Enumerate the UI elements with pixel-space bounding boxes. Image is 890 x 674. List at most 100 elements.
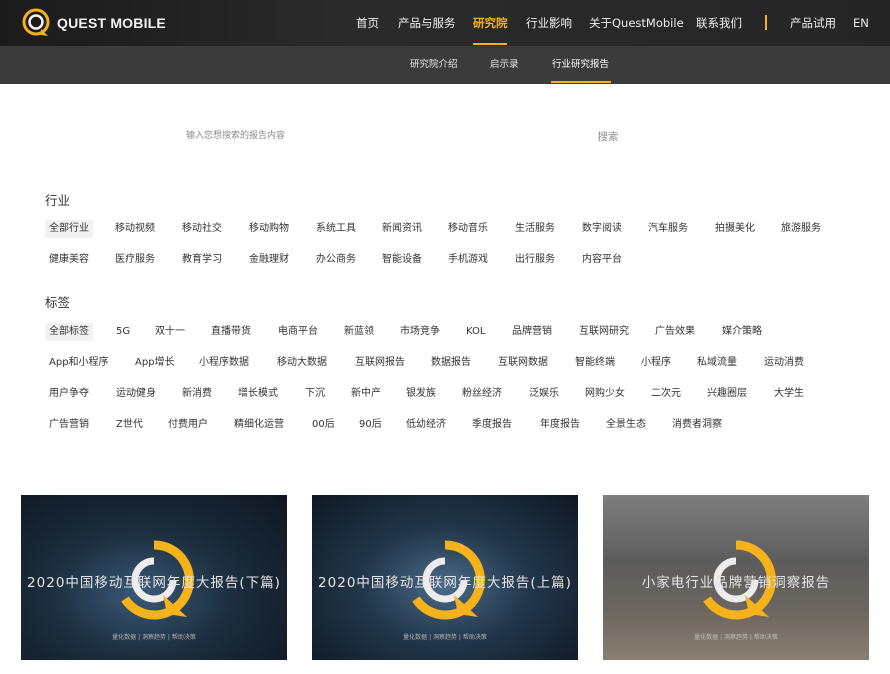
subnav-revelations[interactable]: 启示录	[490, 46, 519, 84]
industry-filter-tag[interactable]: 汽车服务	[648, 220, 688, 238]
label-filter-tag[interactable]: 二次元	[651, 385, 681, 403]
report-title: 2020中国移动互联网年度大报告(下篇)	[27, 575, 281, 591]
label-filter-tag[interactable]: 银发族	[406, 385, 436, 403]
label-filter-tag[interactable]: 泛娱乐	[529, 385, 559, 403]
industry-filter-tag[interactable]: 全部行业	[45, 220, 93, 238]
industry-filter-tag[interactable]: 拍摄美化	[715, 220, 755, 238]
label-filter-tag[interactable]: 下沉	[305, 385, 325, 403]
label-filter-tag[interactable]: 90后	[359, 416, 382, 434]
report-card[interactable]: 2020中国移动互联网年度大报告(下篇) 量化数据 | 洞察趋势 | 帮助决策	[21, 495, 287, 660]
industry-filter-tag[interactable]: 健康美容	[49, 251, 89, 269]
label-filter-tag[interactable]: 数据报告	[431, 354, 471, 372]
nav-home[interactable]: 首页	[356, 0, 379, 46]
active-subnav-indicator	[551, 81, 611, 83]
industry-filter-tag[interactable]: 移动购物	[249, 220, 289, 238]
nav-contact[interactable]: 联系我们	[696, 0, 742, 46]
industry-filter-tag[interactable]: 系统工具	[316, 220, 356, 238]
questmobile-logo-icon	[22, 8, 50, 36]
label-filter-tag[interactable]: 运动健身	[116, 385, 156, 403]
logo-text: QUEST MOBILE	[57, 15, 166, 31]
industry-filter-tag[interactable]: 生活服务	[515, 220, 555, 238]
industry-filter-tag[interactable]: 医疗服务	[115, 251, 155, 269]
label-filter-tag[interactable]: 私域流量	[697, 354, 737, 372]
label-filter-tag[interactable]: 小程序数据	[199, 354, 249, 372]
label-filter-tag[interactable]: 直播带货	[211, 323, 251, 341]
industry-filter-tag[interactable]: 手机游戏	[448, 251, 488, 269]
label-filter-tag[interactable]: 全景生态	[606, 416, 646, 434]
search-button[interactable]: 搜索	[588, 124, 628, 148]
industry-filter-tag[interactable]: 数字阅读	[582, 220, 622, 238]
report-card[interactable]: 小家电行业品牌营销洞察报告 量化数据 | 洞察趋势 | 帮助决策	[603, 495, 869, 660]
label-filter-tag[interactable]: 移动大数据	[277, 354, 327, 372]
report-subtitle: 量化数据 | 洞察趋势 | 帮助决策	[694, 634, 778, 641]
label-filter-tag[interactable]: 网购少女	[585, 385, 625, 403]
label-filter-tag[interactable]: KOL	[466, 323, 485, 341]
label-filter-tag[interactable]: 新中产	[351, 385, 381, 403]
top-navigation-bar: QUEST MOBILE 首页 产品与服务 研究院 行业影响 关于QuestMo…	[0, 0, 890, 46]
label-filter-tag[interactable]: 消费者洞察	[672, 416, 722, 434]
label-filter-tag[interactable]: 年度报告	[540, 416, 580, 434]
label-filter-tag[interactable]: 低幼经济	[406, 416, 446, 434]
label-filter-tag[interactable]: Z世代	[116, 416, 143, 434]
label-filter-tag[interactable]: 00后	[312, 416, 335, 434]
report-card[interactable]: 2020中国移动互联网年度大报告(上篇) 量化数据 | 洞察趋势 | 帮助决策	[312, 495, 578, 660]
label-filter-tag[interactable]: 新消费	[182, 385, 212, 403]
report-title: 2020中国移动互联网年度大报告(上篇)	[318, 575, 572, 591]
label-filter-tag[interactable]: 运动消费	[764, 354, 804, 372]
label-filter-tag[interactable]: 新蓝领	[344, 323, 374, 341]
label-filter-tag[interactable]: 大学生	[774, 385, 804, 403]
labels-section-title: 标签	[45, 295, 71, 310]
industry-filter-tag[interactable]: 移动视频	[115, 220, 155, 238]
nav-about[interactable]: 关于QuestMobile	[589, 0, 684, 46]
label-filter-tag[interactable]: 品牌营销	[512, 323, 552, 341]
questmobile-logo[interactable]: QUEST MOBILE	[21, 7, 166, 39]
report-subtitle: 量化数据 | 洞察趋势 | 帮助决策	[403, 634, 487, 641]
industry-section-title: 行业	[45, 193, 71, 208]
label-filter-tag[interactable]: 5G	[116, 323, 130, 341]
label-filter-tag[interactable]: App增长	[135, 354, 175, 372]
search-input[interactable]	[180, 122, 580, 150]
sub-navigation-bar: 研究院介绍 启示录 行业研究报告	[0, 46, 890, 84]
industry-filter-tag[interactable]: 旅游服务	[781, 220, 821, 238]
label-filter-tag[interactable]: 精细化运营	[234, 416, 284, 434]
nav-divider	[765, 15, 767, 30]
industry-filter-tag[interactable]: 出行服务	[515, 251, 555, 269]
industry-filter-tag[interactable]: 新闻资讯	[382, 220, 422, 238]
nav-language-en[interactable]: EN	[853, 0, 869, 46]
label-filter-tag[interactable]: 互联网数据	[498, 354, 548, 372]
report-title: 小家电行业品牌营销洞察报告	[641, 575, 831, 591]
label-filter-tag[interactable]: 互联网研究	[579, 323, 629, 341]
label-filter-tag[interactable]: 互联网报告	[355, 354, 405, 372]
label-filter-tag[interactable]: 市场竞争	[400, 323, 440, 341]
label-filter-tag[interactable]: 付费用户	[168, 416, 208, 434]
label-filter-tag[interactable]: 季度报告	[472, 416, 512, 434]
nav-product-trial[interactable]: 产品试用	[790, 0, 836, 46]
industry-filter-tag[interactable]: 移动社交	[182, 220, 222, 238]
industry-filter-tag[interactable]: 办公商务	[316, 251, 356, 269]
label-filter-tag[interactable]: 智能终端	[575, 354, 615, 372]
industry-filter-tag[interactable]: 金融理财	[249, 251, 289, 269]
label-filter-tag[interactable]: 媒介策略	[722, 323, 762, 341]
label-filter-tag[interactable]: 增长模式	[238, 385, 278, 403]
industry-filter-tag[interactable]: 教育学习	[182, 251, 222, 269]
industry-filter-tag[interactable]: 智能设备	[382, 251, 422, 269]
active-nav-indicator	[473, 43, 507, 45]
label-filter-tag[interactable]: 全部标签	[45, 323, 93, 341]
label-filter-tag[interactable]: 用户争夺	[49, 385, 89, 403]
label-filter-tag[interactable]: 双十一	[155, 323, 185, 341]
nav-research-institute[interactable]: 研究院	[473, 0, 508, 46]
subnav-industry-reports[interactable]: 行业研究报告	[552, 46, 609, 84]
label-filter-tag[interactable]: 广告营销	[49, 416, 89, 434]
nav-products-services[interactable]: 产品与服务	[398, 0, 456, 46]
nav-industry-influence[interactable]: 行业影响	[526, 0, 572, 46]
label-filter-tag[interactable]: 兴趣圈层	[707, 385, 747, 403]
subnav-institute-intro[interactable]: 研究院介绍	[410, 46, 458, 84]
label-filter-tag[interactable]: 电商平台	[278, 323, 318, 341]
label-filter-tag[interactable]: 小程序	[641, 354, 671, 372]
report-subtitle: 量化数据 | 洞察趋势 | 帮助决策	[112, 634, 196, 641]
label-filter-tag[interactable]: App和小程序	[49, 354, 109, 372]
label-filter-tag[interactable]: 粉丝经济	[462, 385, 502, 403]
industry-filter-tag[interactable]: 内容平台	[582, 251, 622, 269]
label-filter-tag[interactable]: 广告效果	[655, 323, 695, 341]
industry-filter-tag[interactable]: 移动音乐	[448, 220, 488, 238]
